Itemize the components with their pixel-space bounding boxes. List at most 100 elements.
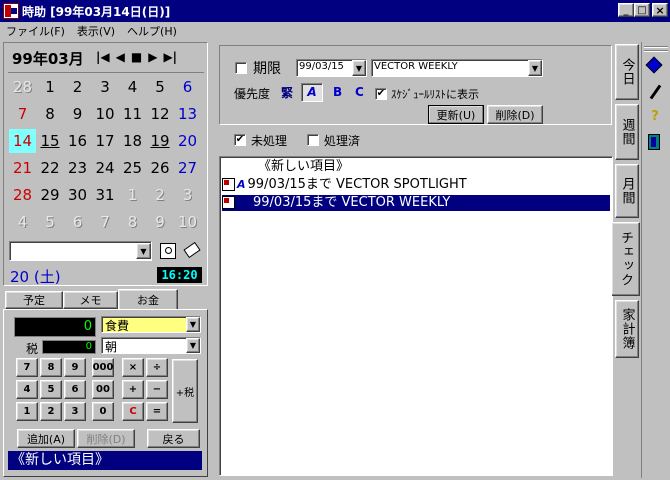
calendar-day[interactable]: 8: [119, 210, 146, 234]
tab-money[interactable]: お金: [118, 289, 178, 310]
calendar-day[interactable]: 10: [174, 210, 201, 234]
diamond-icon[interactable]: [645, 56, 663, 74]
keypad-key[interactable]: 9: [64, 358, 86, 377]
priority-c-button[interactable]: C: [355, 85, 364, 99]
time-dropdown-icon[interactable]: ▼: [186, 338, 200, 353]
calendar-day[interactable]: 19: [147, 129, 174, 153]
keypad-key[interactable]: 6: [64, 380, 86, 399]
tab-household[interactable]: 家計簿: [615, 300, 639, 358]
keypad-key[interactable]: ×: [122, 358, 144, 377]
keypad-key[interactable]: 7: [16, 358, 38, 377]
keypad-key[interactable]: 5: [40, 380, 62, 399]
calendar-day[interactable]: 24: [92, 156, 119, 180]
calendar-day[interactable]: 29: [37, 183, 64, 207]
keypad-key[interactable]: =: [146, 402, 168, 421]
title-bar[interactable]: 時助 [99年03月14日(日)] _ □ ×: [0, 0, 670, 22]
calendar-day[interactable]: 1: [119, 183, 146, 207]
tab-week[interactable]: 週間: [615, 104, 639, 160]
keypad-key[interactable]: 00: [92, 380, 114, 399]
list-item[interactable]: 《新しい項目》: [222, 159, 610, 175]
calendar-day[interactable]: 18: [119, 129, 146, 153]
back-button[interactable]: 戻る: [147, 429, 200, 448]
keypad-key[interactable]: 2: [40, 402, 62, 421]
keypad-key[interactable]: −: [146, 380, 168, 399]
last-month-button[interactable]: ▶|: [163, 50, 177, 64]
calendar-day[interactable]: 20: [174, 129, 201, 153]
close-button[interactable]: ×: [652, 3, 668, 17]
tab-today[interactable]: 今日: [615, 44, 639, 100]
first-month-button[interactable]: |◀: [96, 50, 110, 64]
calendar-day[interactable]: 16: [64, 129, 91, 153]
calendar-day[interactable]: 17: [92, 129, 119, 153]
calendar-day[interactable]: 8: [37, 102, 64, 126]
due-checkbox[interactable]: [235, 62, 247, 74]
calendar-day[interactable]: 23: [64, 156, 91, 180]
calendar-day[interactable]: 2: [64, 75, 91, 99]
category-select[interactable]: 食費 ▼: [101, 316, 201, 333]
calendar-day[interactable]: 30: [64, 183, 91, 207]
priority-a-button[interactable]: A: [301, 83, 323, 102]
priority-b-button[interactable]: B: [333, 85, 342, 99]
list-item[interactable]: 99/03/15まで VECTOR WEEKLY: [221, 194, 611, 212]
maximize-button[interactable]: □: [634, 3, 650, 17]
calendar-day[interactable]: 4: [119, 75, 146, 99]
menu-file[interactable]: ファイル(F): [0, 23, 71, 39]
item-name-select[interactable]: VECTOR WEEKLY ▼: [371, 59, 543, 77]
keypad-key[interactable]: 3: [64, 402, 86, 421]
calendar-day[interactable]: 1: [37, 75, 64, 99]
menu-view[interactable]: 表示(V): [71, 23, 121, 39]
calendar-day[interactable]: 11: [119, 102, 146, 126]
calendar-day[interactable]: 4: [9, 210, 36, 234]
calendar-day[interactable]: 5: [37, 210, 64, 234]
calendar-day[interactable]: 26: [147, 156, 174, 180]
delete-money-button[interactable]: 削除(D): [77, 429, 135, 448]
calendar-day[interactable]: 31: [92, 183, 119, 207]
keypad-key[interactable]: 8: [40, 358, 62, 377]
combo-dropdown-icon[interactable]: ▼: [136, 243, 151, 259]
calendar-day[interactable]: 13: [174, 102, 201, 126]
due-date-select[interactable]: 99/03/15 ▼: [296, 59, 367, 77]
search-icon[interactable]: [160, 243, 176, 259]
delete-button[interactable]: 削除(D): [487, 105, 543, 124]
tax-key[interactable]: +税: [172, 359, 198, 423]
processed-checkbox[interactable]: [307, 134, 319, 146]
minimize-button[interactable]: _: [618, 3, 634, 17]
prev-month-button[interactable]: ◀: [116, 50, 125, 64]
category-dropdown-icon[interactable]: ▼: [186, 317, 200, 332]
calendar-day[interactable]: 7: [92, 210, 119, 234]
keypad-key[interactable]: ÷: [146, 358, 168, 377]
keypad-key[interactable]: +: [122, 380, 144, 399]
time-select[interactable]: 朝 ▼: [101, 337, 201, 354]
calendar-day[interactable]: 15: [37, 129, 64, 153]
calendar-day[interactable]: 5: [147, 75, 174, 99]
calendar-day[interactable]: 3: [92, 75, 119, 99]
calendar-day[interactable]: 14: [9, 129, 36, 153]
keypad-key[interactable]: C: [122, 402, 144, 421]
keypad-key[interactable]: 0: [92, 402, 114, 421]
schedule-list-checkbox[interactable]: ✔: [375, 88, 387, 100]
calendar-day[interactable]: 10: [92, 102, 119, 126]
tab-month[interactable]: 月間: [615, 164, 639, 218]
eraser-icon[interactable]: [183, 241, 201, 259]
current-month-button[interactable]: ■: [131, 50, 142, 64]
due-date-dropdown-icon[interactable]: ▼: [352, 60, 366, 76]
calendar-day[interactable]: 9: [64, 102, 91, 126]
update-button[interactable]: 更新(U): [428, 105, 484, 124]
exit-door-icon[interactable]: [648, 134, 660, 150]
priority-urgent[interactable]: 緊: [281, 84, 293, 101]
keypad-key[interactable]: 1: [16, 402, 38, 421]
app-icon[interactable]: [3, 3, 19, 19]
help-icon[interactable]: ?: [648, 110, 662, 124]
calendar-day[interactable]: 7: [9, 102, 36, 126]
calendar-day[interactable]: 28: [9, 75, 36, 99]
calendar-day[interactable]: 3: [174, 183, 201, 207]
calendar-day[interactable]: 25: [119, 156, 146, 180]
calendar-day[interactable]: 9: [147, 210, 174, 234]
tab-check[interactable]: チェック: [612, 222, 640, 296]
todo-list[interactable]: 《新しい項目》 A 99/03/15まで VECTOR SPOTLIGHT 99/03…: [219, 156, 613, 476]
keypad-key[interactable]: 000: [92, 358, 114, 377]
keypad-key[interactable]: 4: [16, 380, 38, 399]
calendar-day[interactable]: 28: [9, 183, 36, 207]
calendar-day[interactable]: 2: [147, 183, 174, 207]
calendar-day[interactable]: 12: [147, 102, 174, 126]
